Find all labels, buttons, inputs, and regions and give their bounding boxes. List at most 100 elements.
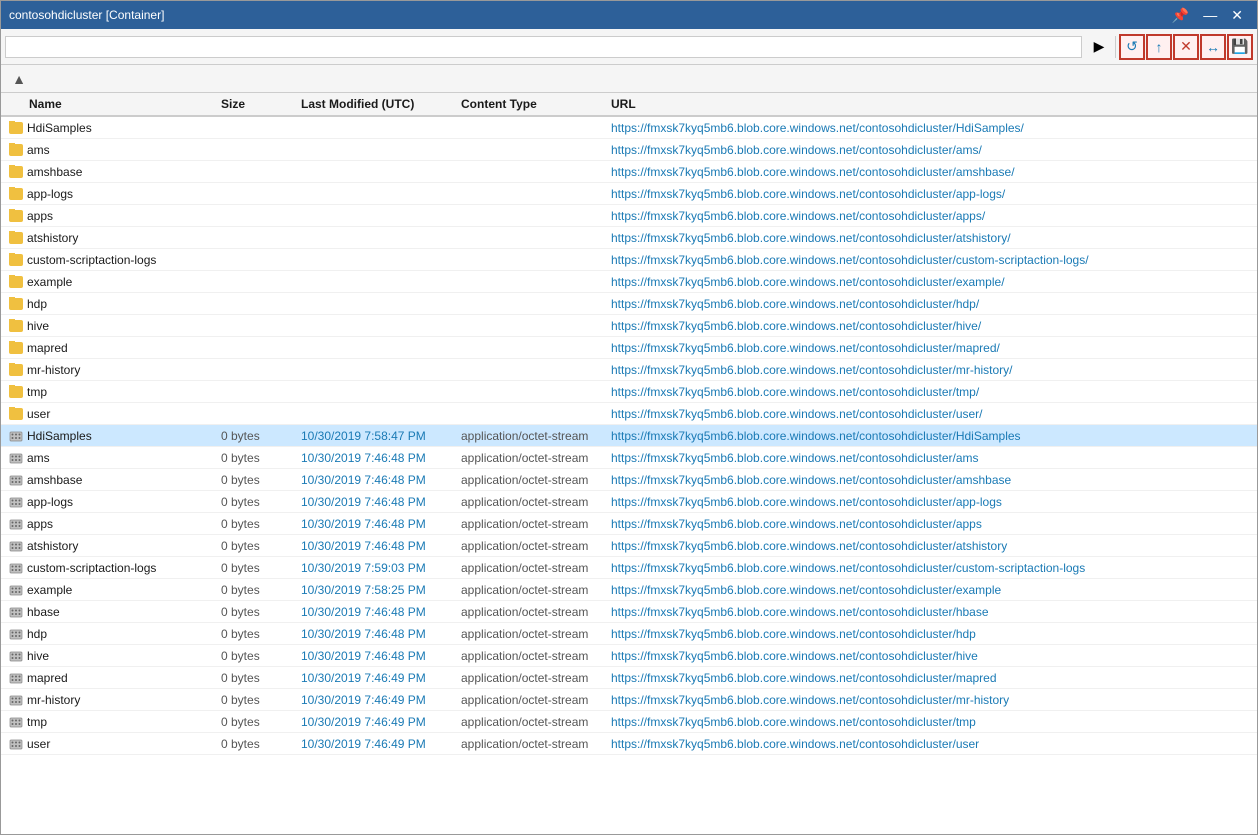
search-input[interactable] (5, 36, 1082, 58)
row-type: application/octet-stream (461, 649, 611, 663)
list-item[interactable]: example https://fmxsk7kyq5mb6.blob.core.… (1, 271, 1257, 293)
list-item[interactable]: mr-history 0 bytes 10/30/2019 7:46:49 PM… (1, 689, 1257, 711)
list-item[interactable]: atshistory 0 bytes 10/30/2019 7:46:48 PM… (1, 535, 1257, 557)
row-name: mr-history (1, 693, 221, 707)
row-url: https://fmxsk7kyq5mb6.blob.core.windows.… (611, 407, 1257, 421)
row-name: tmp (1, 385, 221, 399)
column-headers: Name Size Last Modified (UTC) Content Ty… (1, 93, 1257, 117)
row-name: custom-scriptaction-logs (1, 561, 221, 575)
save-button[interactable]: 💾 (1227, 34, 1253, 60)
title-bar: contosohdicluster [Container] 📌 — ✕ (1, 1, 1257, 29)
row-name: amshbase (1, 165, 221, 179)
blob-icon (9, 737, 23, 751)
row-size: 0 bytes (221, 627, 301, 641)
row-modified: 10/30/2019 7:46:48 PM (301, 451, 461, 465)
folder-icon (9, 408, 23, 420)
row-url: https://fmxsk7kyq5mb6.blob.core.windows.… (611, 165, 1257, 179)
refresh-button[interactable]: ↺ (1119, 34, 1145, 60)
list-item[interactable]: user https://fmxsk7kyq5mb6.blob.core.win… (1, 403, 1257, 425)
row-url: https://fmxsk7kyq5mb6.blob.core.windows.… (611, 495, 1257, 509)
folder-icon (9, 232, 23, 244)
row-url: https://fmxsk7kyq5mb6.blob.core.windows.… (611, 671, 1257, 685)
row-size: 0 bytes (221, 693, 301, 707)
blob-icon (9, 473, 23, 487)
row-type: application/octet-stream (461, 451, 611, 465)
list-item[interactable]: HdiSamples 0 bytes 10/30/2019 7:58:47 PM… (1, 425, 1257, 447)
row-url: https://fmxsk7kyq5mb6.blob.core.windows.… (611, 561, 1257, 575)
row-name: atshistory (1, 539, 221, 553)
list-item[interactable]: apps https://fmxsk7kyq5mb6.blob.core.win… (1, 205, 1257, 227)
cancel-button[interactable]: ✕ (1173, 34, 1199, 60)
list-item[interactable]: mapred 0 bytes 10/30/2019 7:46:49 PM app… (1, 667, 1257, 689)
list-item[interactable]: hive https://fmxsk7kyq5mb6.blob.core.win… (1, 315, 1257, 337)
list-item[interactable]: apps 0 bytes 10/30/2019 7:46:48 PM appli… (1, 513, 1257, 535)
list-item[interactable]: amshbase https://fmxsk7kyq5mb6.blob.core… (1, 161, 1257, 183)
row-name: user (1, 737, 221, 751)
blob-icon (9, 649, 23, 663)
row-type: application/octet-stream (461, 605, 611, 619)
list-item[interactable]: hbase 0 bytes 10/30/2019 7:46:48 PM appl… (1, 601, 1257, 623)
row-url: https://fmxsk7kyq5mb6.blob.core.windows.… (611, 187, 1257, 201)
pin-button[interactable]: 📌 (1166, 6, 1195, 24)
row-name: mr-history (1, 363, 221, 377)
row-size: 0 bytes (221, 561, 301, 575)
list-item[interactable]: tmp https://fmxsk7kyq5mb6.blob.core.wind… (1, 381, 1257, 403)
connect-button[interactable]: ↔ (1200, 34, 1226, 60)
row-type: application/octet-stream (461, 517, 611, 531)
minimize-button[interactable]: — (1197, 6, 1223, 24)
row-size: 0 bytes (221, 473, 301, 487)
list-item[interactable]: tmp 0 bytes 10/30/2019 7:46:49 PM applic… (1, 711, 1257, 733)
blob-icon (9, 715, 23, 729)
list-item[interactable]: hive 0 bytes 10/30/2019 7:46:48 PM appli… (1, 645, 1257, 667)
list-item[interactable]: example 0 bytes 10/30/2019 7:58:25 PM ap… (1, 579, 1257, 601)
run-button[interactable]: ▶ (1086, 34, 1112, 60)
row-url: https://fmxsk7kyq5mb6.blob.core.windows.… (611, 275, 1257, 289)
close-button[interactable]: ✕ (1225, 6, 1249, 24)
row-name: app-logs (1, 187, 221, 201)
upload-button[interactable]: ↑ (1146, 34, 1172, 60)
row-url: https://fmxsk7kyq5mb6.blob.core.windows.… (611, 385, 1257, 399)
row-type: application/octet-stream (461, 715, 611, 729)
row-modified: 10/30/2019 7:46:49 PM (301, 737, 461, 751)
list-item[interactable]: app-logs https://fmxsk7kyq5mb6.blob.core… (1, 183, 1257, 205)
window-title: contosohdicluster [Container] (9, 8, 1166, 22)
list-item[interactable]: mr-history https://fmxsk7kyq5mb6.blob.co… (1, 359, 1257, 381)
list-item[interactable]: amshbase 0 bytes 10/30/2019 7:46:48 PM a… (1, 469, 1257, 491)
list-item[interactable]: ams 0 bytes 10/30/2019 7:46:48 PM applic… (1, 447, 1257, 469)
row-name: example (1, 275, 221, 289)
list-item[interactable]: custom-scriptaction-logs https://fmxsk7k… (1, 249, 1257, 271)
folder-icon (9, 364, 23, 376)
list-item[interactable]: ams https://fmxsk7kyq5mb6.blob.core.wind… (1, 139, 1257, 161)
row-name: HdiSamples (1, 121, 221, 135)
nav-up-button[interactable]: ▲ (9, 69, 29, 89)
toolbar-buttons: ▶ ↺ ↑ ✕ ↔ 💾 (1086, 34, 1253, 60)
col-header-name: Name (1, 97, 221, 111)
list-item[interactable]: mapred https://fmxsk7kyq5mb6.blob.core.w… (1, 337, 1257, 359)
list-item[interactable]: app-logs 0 bytes 10/30/2019 7:46:48 PM a… (1, 491, 1257, 513)
main-window: contosohdicluster [Container] 📌 — ✕ ▶ ↺ … (0, 0, 1258, 835)
nav-bar: ▲ (1, 65, 1257, 93)
list-item[interactable]: user 0 bytes 10/30/2019 7:46:49 PM appli… (1, 733, 1257, 755)
row-url: https://fmxsk7kyq5mb6.blob.core.windows.… (611, 539, 1257, 553)
list-item[interactable]: hdp 0 bytes 10/30/2019 7:46:48 PM applic… (1, 623, 1257, 645)
row-type: application/octet-stream (461, 495, 611, 509)
row-size: 0 bytes (221, 605, 301, 619)
col-header-url: URL (611, 97, 1257, 111)
row-type: application/octet-stream (461, 561, 611, 575)
list-item[interactable]: hdp https://fmxsk7kyq5mb6.blob.core.wind… (1, 293, 1257, 315)
row-name: hdp (1, 627, 221, 641)
blob-icon (9, 671, 23, 685)
row-size: 0 bytes (221, 737, 301, 751)
row-url: https://fmxsk7kyq5mb6.blob.core.windows.… (611, 429, 1257, 443)
row-url: https://fmxsk7kyq5mb6.blob.core.windows.… (611, 121, 1257, 135)
blob-icon (9, 561, 23, 575)
list-item[interactable]: custom-scriptaction-logs 0 bytes 10/30/2… (1, 557, 1257, 579)
row-url: https://fmxsk7kyq5mb6.blob.core.windows.… (611, 737, 1257, 751)
row-modified: 10/30/2019 7:46:48 PM (301, 517, 461, 531)
row-name: mapred (1, 341, 221, 355)
row-name: apps (1, 209, 221, 223)
list-item[interactable]: atshistory https://fmxsk7kyq5mb6.blob.co… (1, 227, 1257, 249)
folder-icon (9, 188, 23, 200)
list-item[interactable]: HdiSamples https://fmxsk7kyq5mb6.blob.co… (1, 117, 1257, 139)
row-size: 0 bytes (221, 539, 301, 553)
